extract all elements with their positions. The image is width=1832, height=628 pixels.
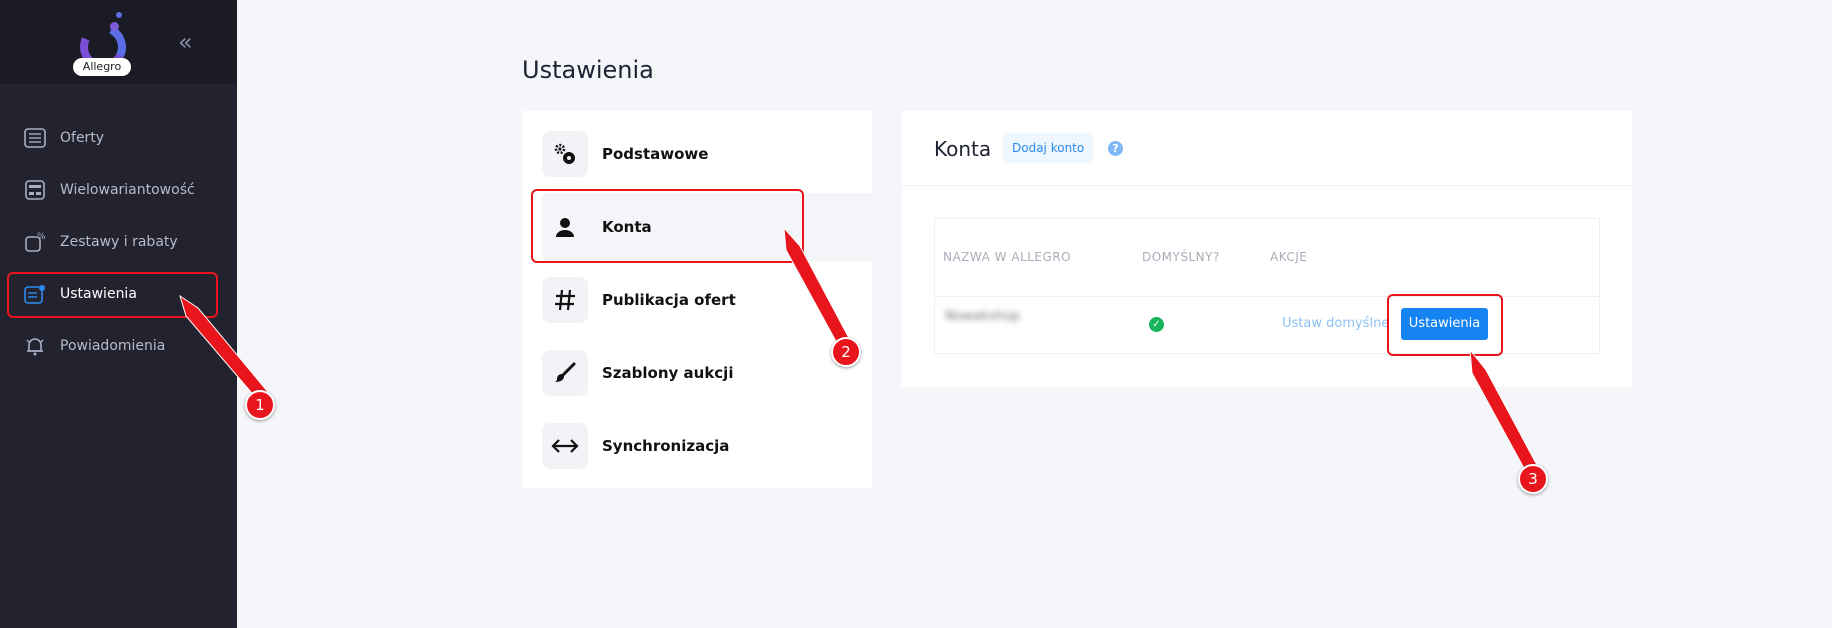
add-account-button[interactable]: Dodaj konto bbox=[1003, 133, 1094, 163]
svg-text:%: % bbox=[37, 232, 46, 242]
bell-icon bbox=[24, 335, 46, 357]
sidebar: Allegro « Oferty Wielowariantowość % Zes… bbox=[0, 0, 237, 628]
sidebar-header: Allegro « bbox=[0, 0, 237, 84]
highlight-box-konta bbox=[531, 189, 804, 263]
logo-dot bbox=[116, 12, 122, 18]
page-title: Ustawienia bbox=[522, 56, 654, 84]
accounts-title: Konta bbox=[934, 137, 992, 161]
menu-item-label: Szablony aukcji bbox=[602, 364, 734, 382]
sidebar-item-label: Zestawy i rabaty bbox=[60, 234, 178, 250]
menu-item-synchronizacja[interactable]: Synchronizacja bbox=[542, 423, 862, 469]
table-header: NAZWA W ALLEGRO DOMYŚLNY? AKCJE bbox=[935, 219, 1599, 297]
column-header-actions: AKCJE bbox=[1270, 250, 1308, 264]
column-header-name: NAZWA W ALLEGRO bbox=[943, 250, 1072, 264]
set-default-button[interactable]: Ustaw domyślne bbox=[1282, 316, 1389, 331]
hashtag-icon bbox=[542, 277, 588, 323]
brush-icon bbox=[542, 350, 588, 396]
menu-item-label: Podstawowe bbox=[602, 145, 709, 163]
settings-menu: Podstawowe Konta Publikacja ofert Szablo… bbox=[522, 111, 882, 488]
sidebar-nav: Oferty Wielowariantowość % Zestawy i rab… bbox=[0, 112, 237, 372]
callout-badge-3: 3 bbox=[1518, 464, 1548, 494]
discount-icon: % bbox=[24, 231, 46, 253]
sidebar-item-oferty[interactable]: Oferty bbox=[0, 112, 237, 164]
sidebar-item-label: Oferty bbox=[60, 130, 105, 146]
menu-item-label: Synchronizacja bbox=[602, 437, 730, 455]
logo-badge: Allegro bbox=[73, 58, 131, 76]
logo-dot bbox=[110, 22, 119, 31]
accounts-table: NAZWA W ALLEGRO DOMYŚLNY? AKCJE Nowaksho… bbox=[934, 218, 1600, 356]
accounts-header: Konta Dodaj konto ? bbox=[902, 111, 1632, 186]
sidebar-item-label: Wielowariantowość bbox=[60, 182, 195, 198]
menu-item-szablony[interactable]: Szablony aukcji bbox=[542, 350, 862, 396]
list-icon bbox=[24, 127, 46, 149]
collapse-sidebar-icon[interactable]: « bbox=[178, 28, 192, 56]
arrows-horizontal-icon bbox=[542, 423, 588, 469]
sidebar-item-powiadomienia[interactable]: Powiadomienia bbox=[0, 320, 237, 372]
callout-badge-2: 2 bbox=[831, 337, 861, 367]
highlight-box-ustawienia bbox=[7, 272, 218, 318]
accounts-panel: Konta Dodaj konto ? NAZWA W ALLEGRO DOMY… bbox=[902, 111, 1632, 387]
highlight-box-settings-button bbox=[1387, 294, 1503, 356]
sidebar-item-label: Powiadomienia bbox=[60, 338, 166, 354]
sidebar-item-wielowariantowosc[interactable]: Wielowariantowość bbox=[0, 164, 237, 216]
account-name: Nowakshop bbox=[945, 309, 1021, 324]
variants-icon bbox=[24, 179, 46, 201]
menu-item-publikacja[interactable]: Publikacja ofert bbox=[542, 277, 862, 323]
menu-item-podstawowe[interactable]: Podstawowe bbox=[542, 131, 862, 177]
app-logo[interactable]: Allegro bbox=[72, 10, 136, 77]
callout-badge-1: 1 bbox=[245, 390, 275, 420]
default-check-icon: ✓ bbox=[1149, 317, 1164, 332]
help-icon[interactable]: ? bbox=[1108, 141, 1123, 156]
menu-item-label: Publikacja ofert bbox=[602, 291, 736, 309]
gears-icon bbox=[542, 131, 588, 177]
sidebar-item-zestawy[interactable]: % Zestawy i rabaty bbox=[0, 216, 237, 268]
column-header-default: DOMYŚLNY? bbox=[1142, 250, 1220, 264]
table-row: Nowakshop ✓ Ustaw domyślne Ustawienia bbox=[935, 294, 1599, 356]
